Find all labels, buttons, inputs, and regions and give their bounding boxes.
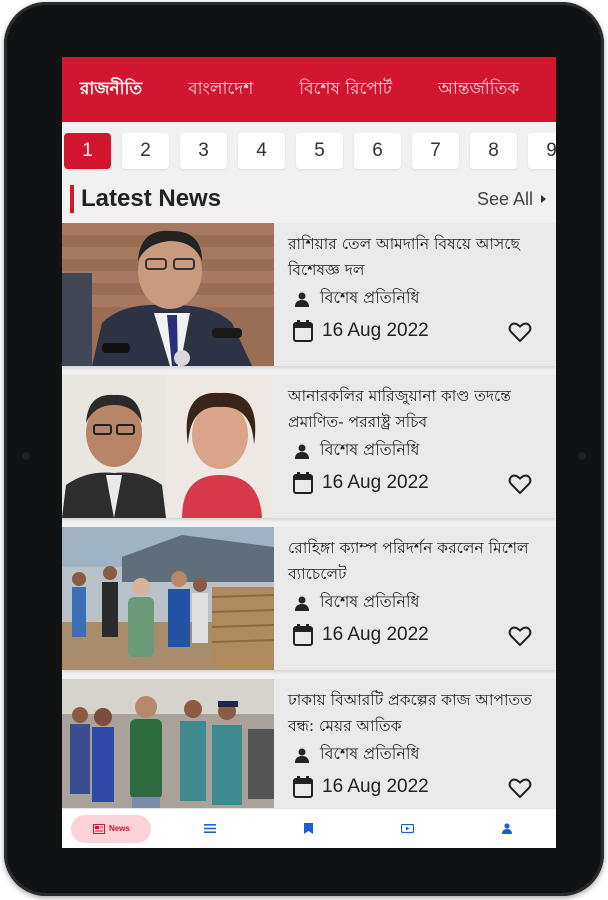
calendar-icon [293, 624, 313, 646]
page-button-3[interactable]: 3 [180, 133, 227, 169]
news-card[interactable]: আনারকলির মারিজুয়ানা কাণ্ড তদন্তে প্রমাণ… [62, 375, 556, 518]
calendar-icon [293, 776, 313, 798]
calendar-icon [293, 320, 313, 342]
bottom-navigation: News [62, 808, 556, 848]
category-tab-bangladesh[interactable]: বাংলাদেশ [188, 76, 253, 104]
news-headline[interactable]: রোহিঙ্গা ক্যাম্প পরিদর্শন করলেন মিশেল ব্… [288, 535, 554, 587]
news-thumbnail [62, 375, 274, 518]
news-date: 16 Aug 2022 [322, 776, 429, 797]
nav-bookmarks[interactable] [269, 815, 349, 843]
heart-outline-icon[interactable] [508, 777, 532, 799]
page-button-1[interactable]: 1 [64, 133, 111, 169]
app-screen: রাজনীতি বাংলাদেশ বিশেষ রিপোর্ট আন্তর্জাত… [62, 57, 556, 848]
page-button-8[interactable]: 8 [470, 133, 517, 169]
nav-video[interactable] [368, 815, 448, 843]
news-date: 16 Aug 2022 [322, 624, 429, 645]
news-list: রাশিয়ার তেল আমদানি বিষয়ে আসছে বিশেষজ্ঞ… [62, 223, 556, 831]
see-all-label: See All [476, 188, 533, 209]
video-icon [401, 823, 415, 833]
page-button-9[interactable]: 9 [528, 133, 556, 169]
nav-news[interactable]: News [71, 814, 152, 843]
see-all-link[interactable]: See All [477, 189, 546, 210]
nav-profile[interactable] [467, 815, 547, 843]
news-author: বিশেষ প্রতিনিধি [320, 592, 420, 611]
category-tab-special-report[interactable]: বিশেষ রিপোর্ট [299, 76, 392, 104]
news-date: 16 Aug 2022 [322, 472, 429, 493]
heart-outline-icon[interactable] [508, 625, 532, 647]
page-button-5[interactable]: 5 [296, 133, 343, 169]
heart-outline-icon[interactable] [508, 321, 532, 343]
news-card[interactable]: রাশিয়ার তেল আমদানি বিষয়ে আসছে বিশেষজ্ঞ… [62, 223, 556, 366]
page-button-4[interactable]: 4 [238, 133, 285, 169]
caret-right-icon [541, 195, 546, 203]
news-author: বিশেষ প্রতিনিধি [320, 744, 420, 763]
person-icon [295, 292, 309, 307]
news-headline[interactable]: আনারকলির মারিজুয়ানা কাণ্ড তদন্তে প্রমাণ… [288, 383, 554, 435]
news-author: বিশেষ প্রতিনিধি [320, 440, 420, 459]
camera-dot-icon [22, 452, 30, 460]
menu-icon [204, 824, 217, 833]
bookmark-icon [304, 823, 314, 834]
news-card[interactable]: রোহিঙ্গা ক্যাম্প পরিদর্শন করলেন মিশেল ব্… [62, 527, 556, 670]
person-icon [295, 748, 309, 763]
nav-categories[interactable] [170, 815, 250, 843]
nav-news-label: News [108, 824, 130, 833]
news-thumbnail [62, 679, 274, 822]
news-thumbnail [62, 527, 274, 670]
newspaper-icon [92, 823, 105, 834]
page-button-7[interactable]: 7 [412, 133, 459, 169]
pagination: 1 2 3 4 5 6 7 8 9 [64, 133, 556, 169]
person-icon [295, 596, 309, 611]
profile-icon [501, 823, 512, 834]
page-button-6[interactable]: 6 [354, 133, 401, 169]
tablet-frame: রাজনীতি বাংলাদেশ বিশেষ রিপোর্ট আন্তর্জাত… [4, 2, 604, 896]
heart-outline-icon[interactable] [508, 473, 532, 495]
section-title: Latest News [81, 185, 222, 212]
section-accent-bar [70, 185, 74, 213]
news-thumbnail [62, 223, 274, 366]
category-tab-politics[interactable]: রাজনীতি [80, 76, 142, 104]
category-bar: রাজনীতি বাংলাদেশ বিশেষ রিপোর্ট আন্তর্জাত… [62, 57, 556, 122]
calendar-icon [293, 472, 313, 494]
news-headline[interactable]: রাশিয়ার তেল আমদানি বিষয়ে আসছে বিশেষজ্ঞ… [288, 231, 554, 283]
section-header: Latest News See All [62, 177, 556, 221]
category-tab-international[interactable]: আন্তর্জাতিক [438, 76, 519, 104]
news-card[interactable]: ঢাকায় বিআরটি প্রকল্পের কাজ আপাতত বন্ধ: … [62, 679, 556, 822]
news-headline[interactable]: ঢাকায় বিআরটি প্রকল্পের কাজ আপাতত বন্ধ: … [288, 687, 554, 739]
sensor-dot-icon [578, 452, 586, 460]
person-icon [295, 444, 309, 459]
news-date: 16 Aug 2022 [322, 320, 429, 341]
page-button-2[interactable]: 2 [122, 133, 169, 169]
news-author: বিশেষ প্রতিনিধি [320, 288, 420, 307]
